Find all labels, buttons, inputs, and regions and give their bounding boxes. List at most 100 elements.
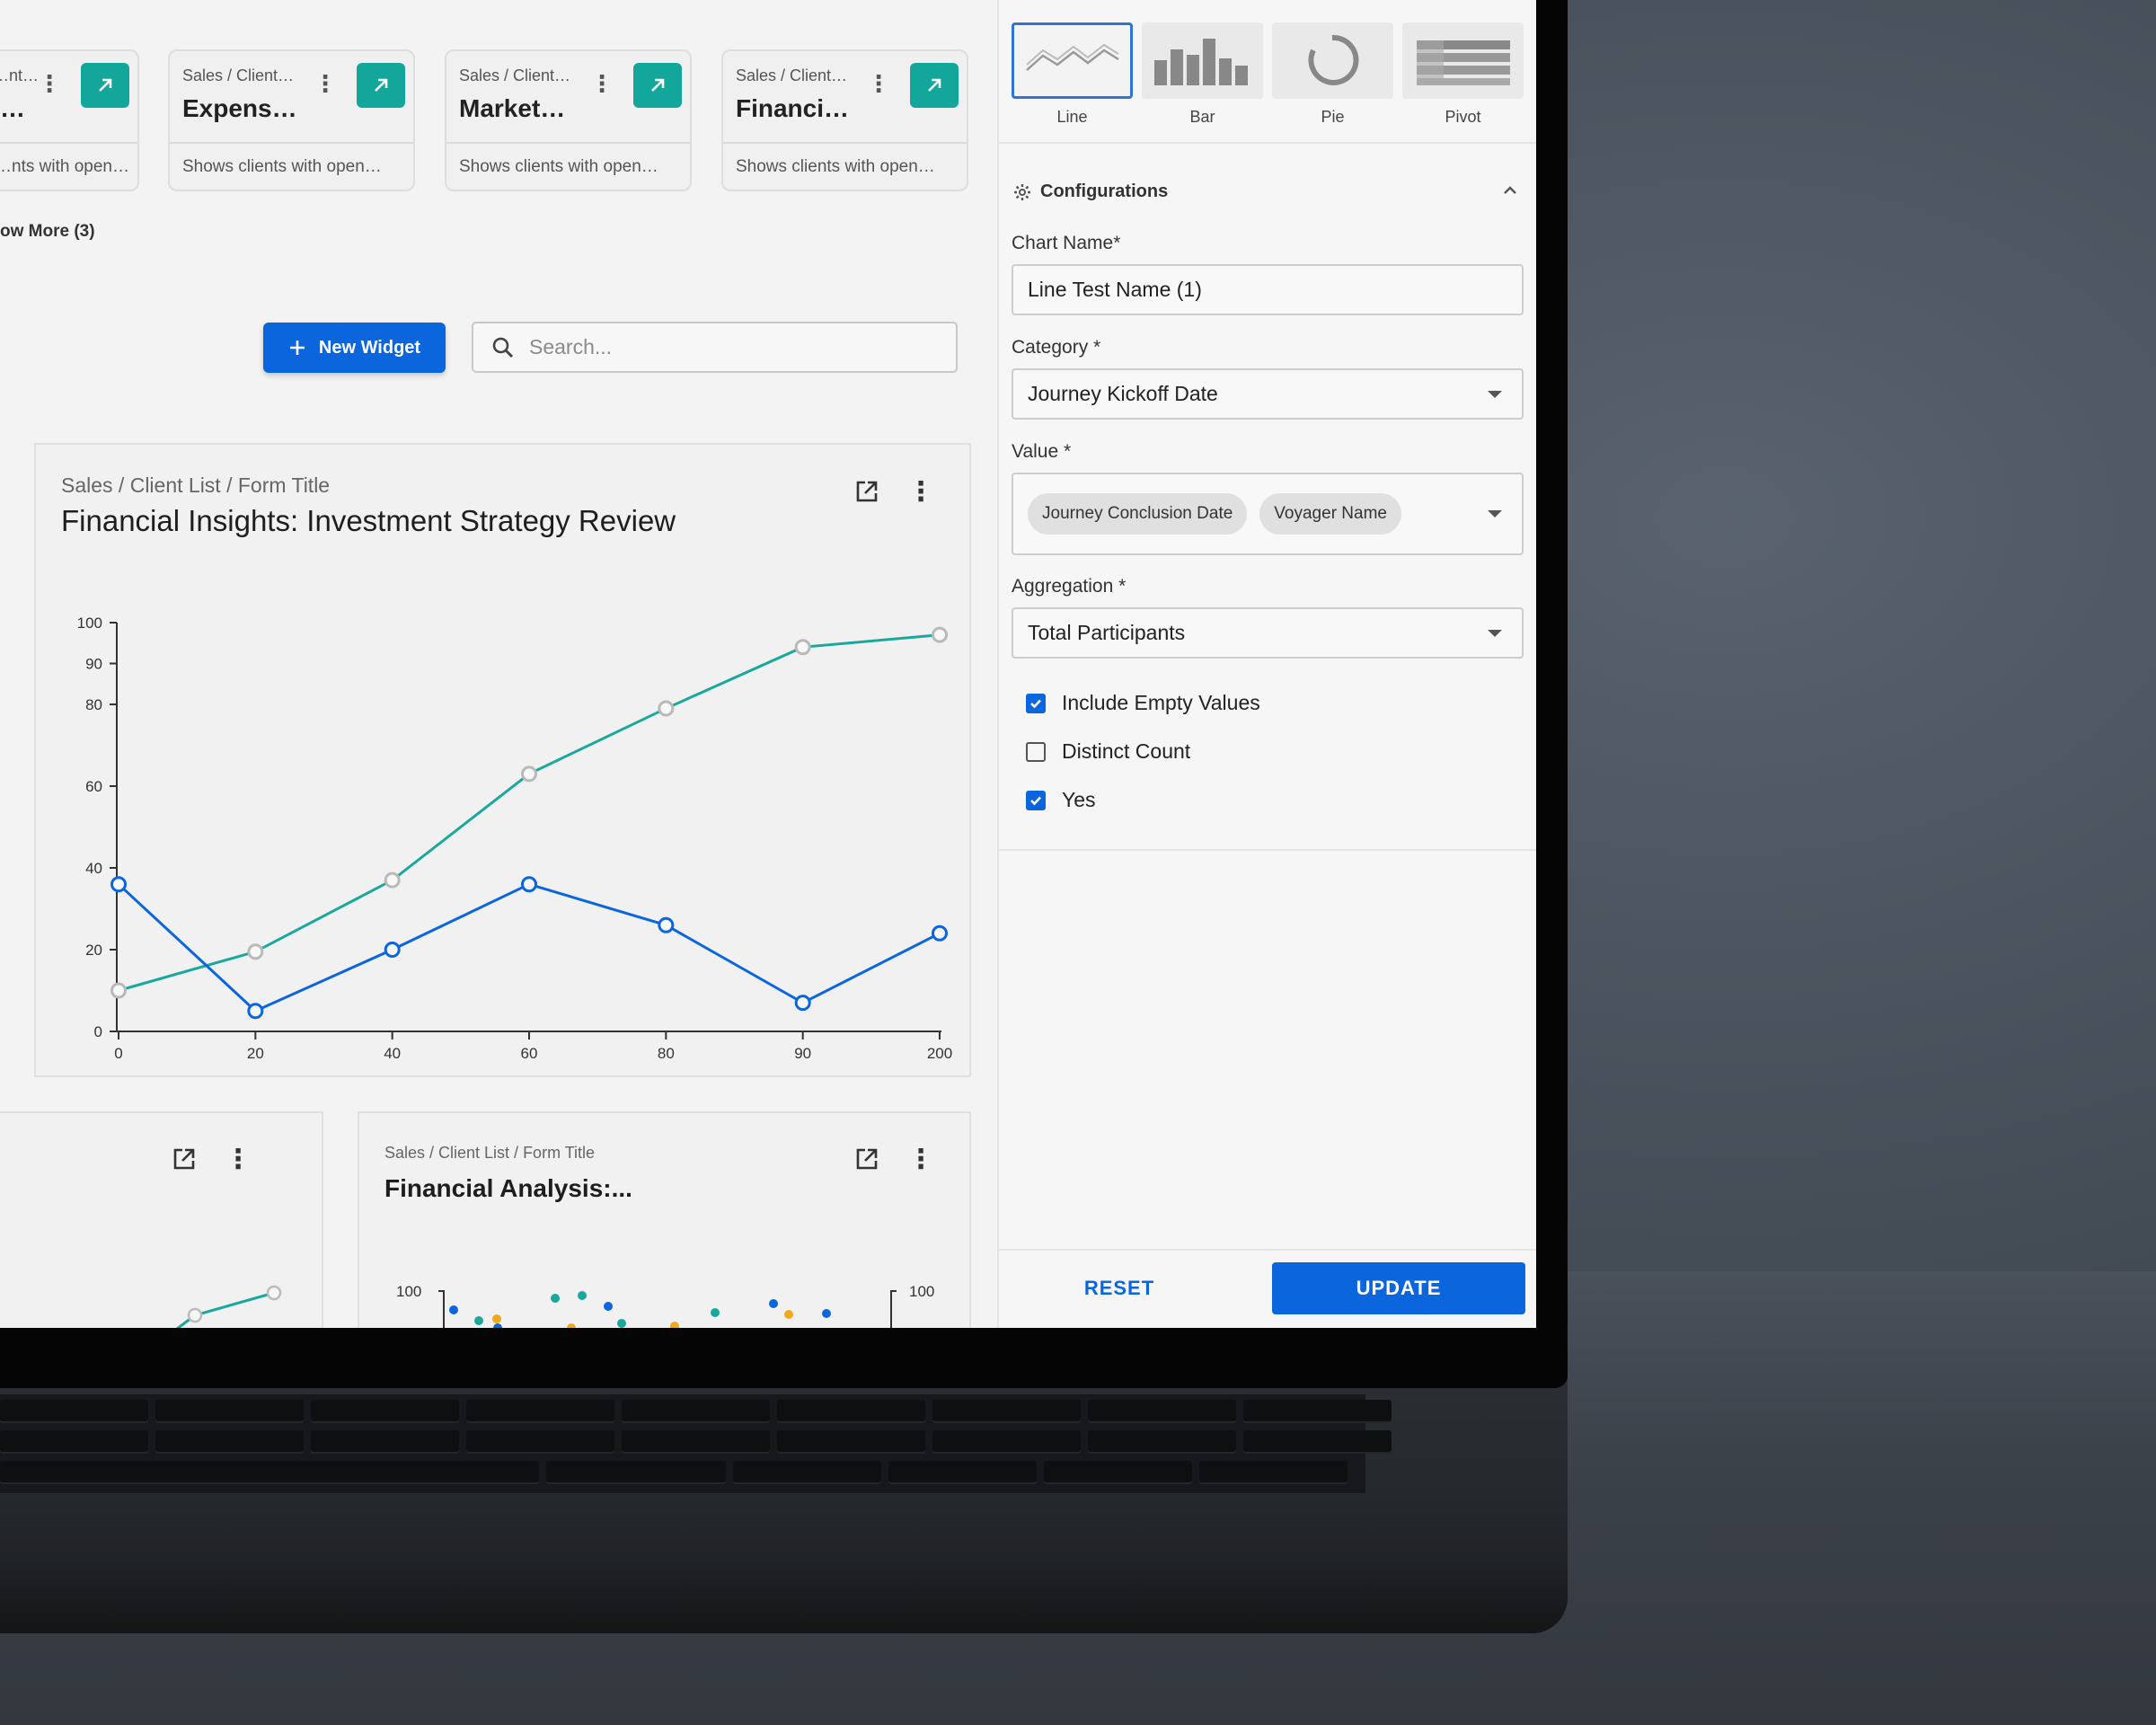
scatter-point [670, 1322, 679, 1328]
key [932, 1430, 1081, 1454]
key [155, 1400, 304, 1423]
scatter-point [822, 1309, 831, 1318]
chart-type-bar[interactable] [1142, 22, 1263, 99]
dropdown-caret-icon [1488, 390, 1502, 398]
update-button[interactable]: UPDATE [1272, 1262, 1525, 1314]
key [622, 1430, 770, 1454]
dropdown-caret-icon [1488, 629, 1502, 637]
key [311, 1400, 459, 1423]
report-card[interactable]: …nt… … ⋮ …nts with open… [0, 49, 139, 191]
configurations-header[interactable]: Configurations [1013, 181, 1168, 202]
arrow-up-right-icon [928, 78, 941, 92]
open-report-button[interactable] [633, 63, 682, 108]
key [777, 1430, 925, 1454]
pie-chart-icon [1308, 34, 1359, 85]
y-tick-label: 80 [85, 696, 102, 713]
scatter-point [474, 1316, 483, 1325]
kebab-menu-icon[interactable]: ⋮ [867, 71, 890, 98]
bar-chart-icon [1154, 39, 1248, 85]
keyboard [0, 1394, 1392, 1493]
aggregation-value: Total Participants [1028, 621, 1186, 644]
data-point [658, 916, 675, 933]
value-chip[interactable]: Journey Conclusion Date [1028, 493, 1248, 535]
kebab-menu-icon[interactable]: ⋮ [590, 71, 614, 98]
reset-button[interactable]: RESET [1012, 1262, 1227, 1314]
chart-type-line[interactable] [1012, 22, 1133, 99]
line-chart-partial [176, 1285, 282, 1328]
data-point [247, 1003, 264, 1020]
chart-name-field[interactable]: Line Test Name (1) [1012, 264, 1524, 315]
show-more-link[interactable]: ow More (3) [0, 222, 95, 242]
gear-icon [1014, 183, 1030, 200]
chart-widget: Sales / Client List / Form Title Financi… [34, 443, 971, 1077]
laptop-base-lip [0, 1570, 1568, 1633]
new-widget-label: New Widget [318, 337, 421, 358]
x-tick-label: 90 [794, 1045, 811, 1062]
key-row [0, 1400, 1392, 1423]
search-input[interactable] [529, 335, 924, 359]
data-point [932, 626, 948, 643]
open-report-button[interactable] [81, 63, 129, 108]
key [155, 1430, 304, 1454]
open-report-button[interactable] [357, 63, 405, 108]
x-tick-label: 40 [384, 1045, 401, 1062]
report-card-title: Financi… [736, 94, 850, 122]
y-tick-label: 20 [85, 942, 102, 959]
aggregation-select[interactable]: Total Participants [1012, 607, 1524, 659]
key [777, 1400, 925, 1423]
key-row [0, 1461, 1348, 1484]
open-report-button[interactable] [910, 63, 959, 108]
config-panel: Line Bar Pie Pivot Configurations Chart … [997, 0, 1536, 1328]
search-box[interactable] [472, 322, 958, 373]
kebab-menu-icon[interactable]: ⋮ [38, 71, 61, 98]
key [733, 1461, 881, 1484]
data-point [658, 700, 675, 717]
checkbox-checked-icon[interactable] [1026, 693, 1046, 713]
data-point [187, 1307, 203, 1323]
y-tick-label: 0 [94, 1023, 102, 1040]
chart-name-label: Chart Name* [1012, 233, 1121, 253]
chart-type-pivot[interactable] [1402, 22, 1524, 99]
data-point [384, 871, 401, 889]
distinct-count-checkbox[interactable]: Distinct Count [1026, 739, 1190, 764]
category-label: Category * [1012, 337, 1101, 358]
pivot-table-icon [1417, 40, 1510, 85]
report-card[interactable]: Sales / Client… Market… ⋮ Shows clients … [445, 49, 692, 191]
key [1243, 1400, 1392, 1423]
key [546, 1461, 726, 1484]
checkbox-label: Include Empty Values [1062, 691, 1260, 714]
dashboard-main: …nt… … ⋮ …nts with open… Sales / Client…… [0, 0, 997, 1328]
search-icon [492, 337, 514, 358]
report-card[interactable]: Sales / Client… Expens… ⋮ Shows clients … [168, 49, 415, 191]
chart-type-pie[interactable] [1272, 22, 1393, 99]
value-multiselect[interactable]: Journey Conclusion Date Voyager Name [1012, 473, 1524, 555]
kebab-menu-icon[interactable]: ⋮ [314, 71, 337, 98]
series-line [118, 633, 941, 992]
laptop-screen: …nt… … ⋮ …nts with open… Sales / Client…… [0, 0, 1536, 1328]
report-card-description: …nts with open… [0, 157, 129, 176]
new-widget-button[interactable]: New Widget [263, 323, 446, 373]
y-tick-label: 40 [85, 860, 102, 877]
checkbox-unchecked-icon[interactable] [1026, 741, 1046, 762]
category-select[interactable]: Journey Kickoff Date [1012, 368, 1524, 420]
report-card[interactable]: Sales / Client… Financi… ⋮ Shows clients… [721, 49, 968, 191]
chevron-up-icon[interactable] [1502, 184, 1518, 197]
key [1088, 1400, 1236, 1423]
arrow-up-right-icon [651, 78, 665, 92]
plus-icon [289, 341, 305, 355]
configurations-label: Configurations [1040, 181, 1169, 201]
data-point [521, 765, 537, 783]
y-axis [438, 1290, 445, 1328]
key [0, 1461, 539, 1484]
yes-checkbox[interactable]: Yes [1026, 788, 1096, 812]
scatter-point [492, 1314, 501, 1323]
checkbox-checked-icon[interactable] [1026, 790, 1046, 810]
card-divider [0, 142, 137, 144]
value-label: Value * [1012, 441, 1072, 462]
key [0, 1430, 148, 1454]
value-chip[interactable]: Voyager Name [1259, 493, 1401, 535]
checkbox-label: Yes [1062, 788, 1096, 811]
dropdown-caret-icon [1488, 510, 1502, 518]
card-divider [723, 142, 967, 144]
include-empty-values-checkbox[interactable]: Include Empty Values [1026, 691, 1260, 715]
